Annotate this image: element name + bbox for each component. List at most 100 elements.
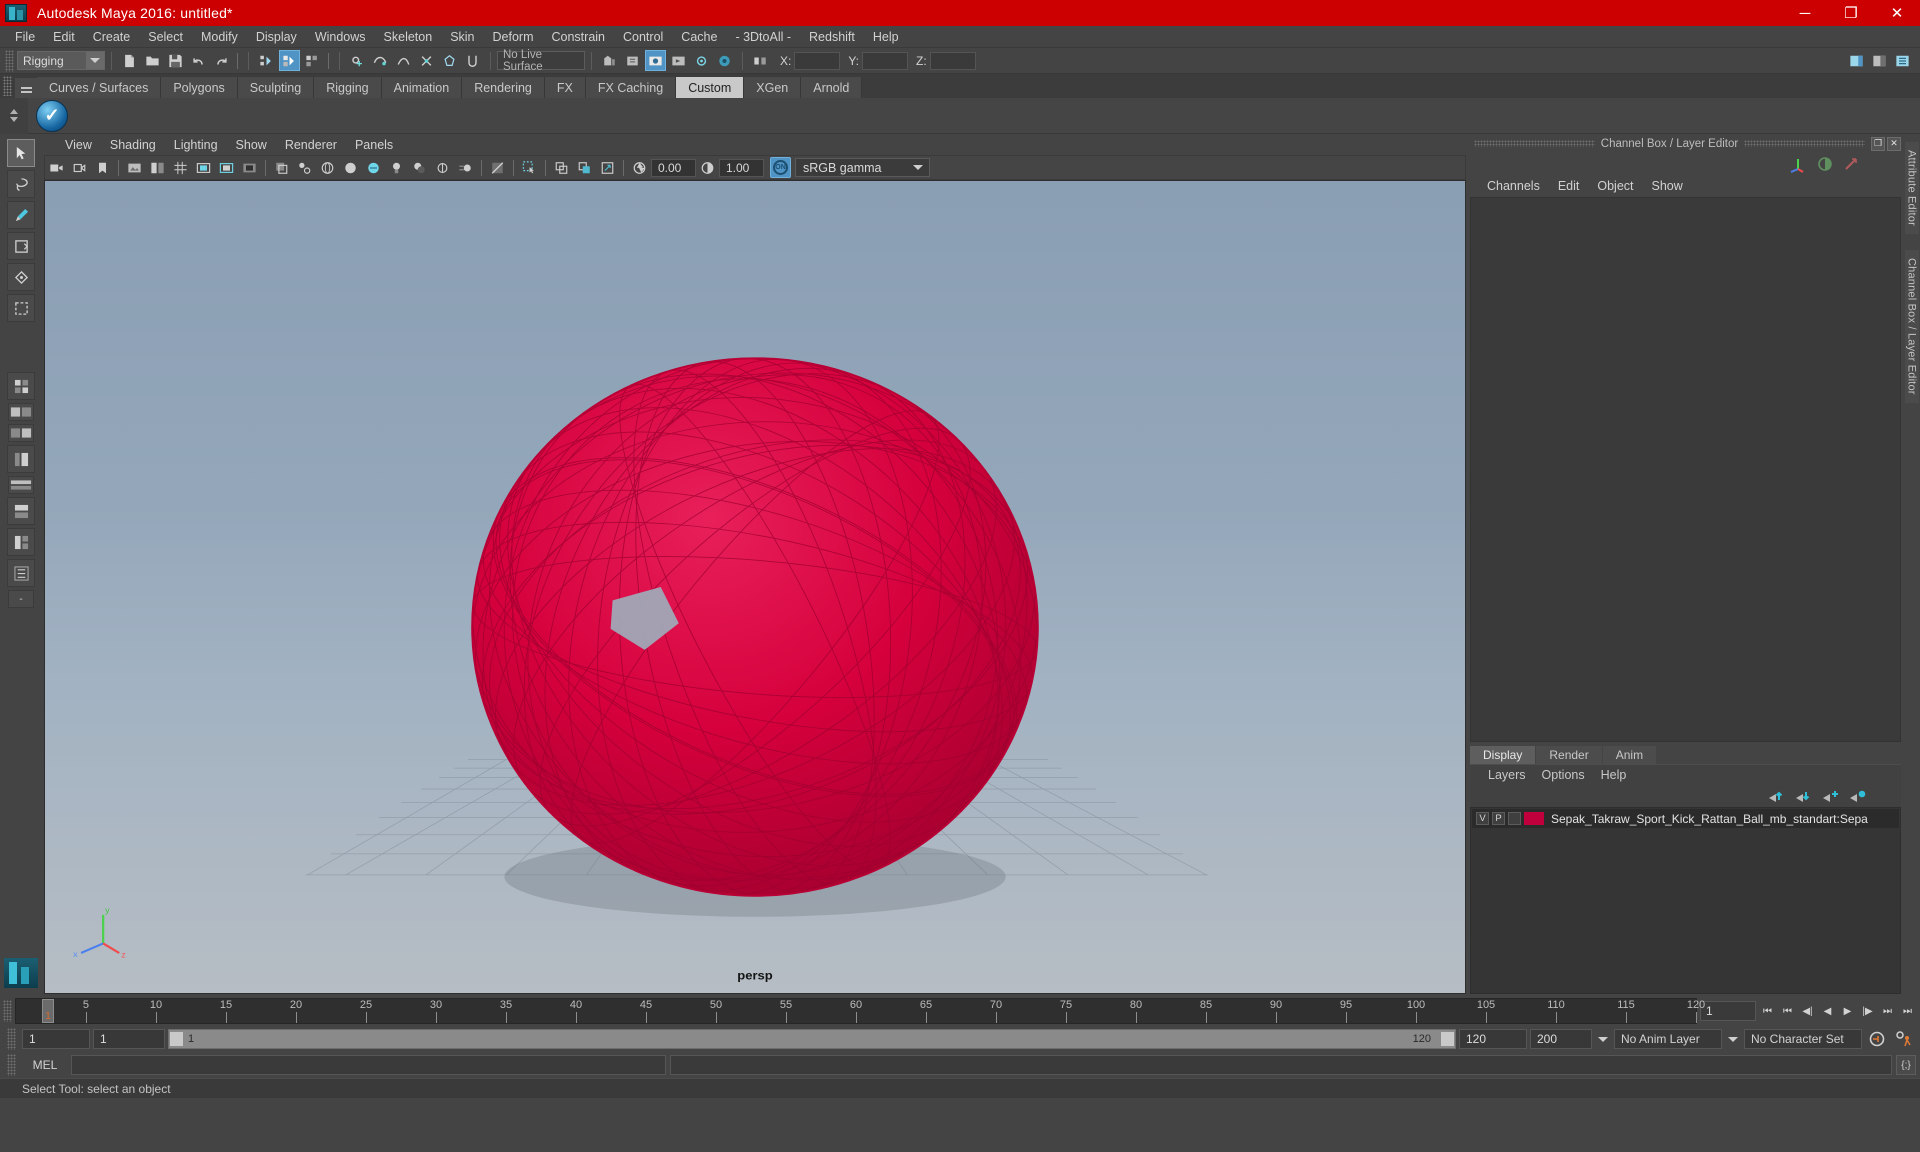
menu-set-selector[interactable]: Rigging xyxy=(17,51,105,70)
shadows-icon[interactable] xyxy=(409,157,430,178)
anim-layer-selector[interactable]: No Anim Layer xyxy=(1614,1029,1722,1049)
viewport-menu-renderer[interactable]: Renderer xyxy=(276,137,346,153)
layer-name[interactable]: Sepak_Takraw_Sport_Kick_Rattan_Ball_mb_s… xyxy=(1551,812,1868,826)
render-current-frame-icon[interactable] xyxy=(645,50,666,71)
menu-item-skeleton[interactable]: Skeleton xyxy=(375,28,442,46)
command-line-gripper[interactable] xyxy=(7,1054,16,1076)
new-layer-from-selected-icon[interactable] xyxy=(1849,789,1867,803)
smooth-shade-icon[interactable] xyxy=(340,157,361,178)
color-management-toggle[interactable]: ON xyxy=(770,157,791,178)
layer-menu-help[interactable]: Help xyxy=(1593,767,1635,783)
rotate-tool-button[interactable] xyxy=(7,263,35,291)
layer-color-swatch[interactable] xyxy=(1524,812,1544,825)
layer-menu-layers[interactable]: Layers xyxy=(1480,767,1534,783)
select-object-icon[interactable] xyxy=(279,50,300,71)
menu-item-windows[interactable]: Windows xyxy=(306,28,375,46)
lasso-select-tool-button[interactable] xyxy=(7,170,35,198)
grab-view-icon[interactable] xyxy=(597,157,618,178)
minimize-button[interactable]: ─ xyxy=(1782,0,1828,26)
vertical-tab-channel-box[interactable]: Channel Box / Layer Editor xyxy=(1904,249,1919,403)
menu-item-3dtoall[interactable]: - 3DtoAll - xyxy=(726,28,800,46)
select-tool-button[interactable] xyxy=(7,139,35,167)
menu-item-cache[interactable]: Cache xyxy=(672,28,726,46)
step-back-key-icon[interactable]: ⏮ xyxy=(1779,1001,1796,1021)
new-layer-icon[interactable] xyxy=(1822,789,1840,803)
render-view-icon[interactable] xyxy=(714,50,735,71)
range-start-field[interactable]: 1 xyxy=(93,1029,165,1049)
show-channel-box-icon[interactable] xyxy=(1892,50,1913,71)
channel-menu-object[interactable]: Object xyxy=(1588,178,1642,194)
chevron-down-icon[interactable] xyxy=(1595,1029,1611,1049)
command-language-label[interactable]: MEL xyxy=(23,1058,67,1072)
move-layer-up-icon[interactable] xyxy=(1768,789,1786,803)
motion-blur-icon[interactable] xyxy=(455,157,476,178)
viewport-menu-shading[interactable]: Shading xyxy=(101,137,165,153)
restore-panel-icon[interactable]: ❐ xyxy=(1871,136,1886,151)
layer-playback-toggle[interactable]: P xyxy=(1492,812,1505,825)
go-to-end-icon[interactable]: ⏭ xyxy=(1899,1001,1916,1021)
channel-menu-edit[interactable]: Edit xyxy=(1549,178,1589,194)
layer-tab-render[interactable]: Render xyxy=(1536,746,1602,764)
maximize-button[interactable]: ❐ xyxy=(1828,0,1874,26)
shelf-scroll-controls[interactable] xyxy=(0,97,28,134)
shelf-tab-custom[interactable]: Custom xyxy=(676,77,745,98)
blue-check-shelf-icon[interactable]: ✓ xyxy=(36,99,68,132)
wireframe-icon[interactable] xyxy=(317,157,338,178)
show-hide-sidebar-icon[interactable] xyxy=(1846,50,1867,71)
range-slider[interactable]: 1 120 xyxy=(168,1029,1456,1049)
layout-minus-button[interactable]: - xyxy=(8,590,34,608)
scale-tool-button[interactable] xyxy=(7,294,35,322)
menu-item-redshift[interactable]: Redshift xyxy=(800,28,864,46)
shelf-tab-animation[interactable]: Animation xyxy=(381,77,463,98)
layer-tab-display[interactable]: Display xyxy=(1470,746,1536,764)
shelf-gripper[interactable] xyxy=(3,76,12,96)
channel-menu-show[interactable]: Show xyxy=(1643,178,1692,194)
layout-row-2[interactable] xyxy=(8,424,34,442)
film-gate-icon[interactable] xyxy=(193,157,214,178)
ao-icon[interactable] xyxy=(432,157,453,178)
transform-fields-icon[interactable] xyxy=(750,50,771,71)
range-end-field[interactable]: 120 xyxy=(1459,1029,1527,1049)
layer-menu-options[interactable]: Options xyxy=(1534,767,1593,783)
chevron-down-icon-2[interactable] xyxy=(1725,1029,1741,1049)
vertical-tab-attribute-editor[interactable]: Attribute Editor xyxy=(1904,142,1919,234)
menu-item-constrain[interactable]: Constrain xyxy=(543,28,615,46)
menu-item-edit[interactable]: Edit xyxy=(44,28,84,46)
persp-hypershade-layout-button[interactable] xyxy=(7,528,35,556)
menu-item-deform[interactable]: Deform xyxy=(484,28,543,46)
play-forwards-icon[interactable]: ▶ xyxy=(1839,1001,1856,1021)
color-management-selector[interactable]: sRGB gamma xyxy=(795,158,930,177)
animation-preferences-icon[interactable] xyxy=(1892,1029,1916,1049)
select-camera-icon[interactable] xyxy=(46,157,67,178)
open-scene-icon[interactable] xyxy=(142,50,163,71)
new-scene-icon[interactable] xyxy=(119,50,140,71)
ipr-render-icon[interactable] xyxy=(668,50,689,71)
panel-drag-dots-right[interactable] xyxy=(1744,140,1866,147)
snap-curve-icon[interactable] xyxy=(370,50,391,71)
anim-end-field[interactable]: 200 xyxy=(1530,1029,1592,1049)
image-plane-icon[interactable] xyxy=(124,157,145,178)
close-panel-icon[interactable]: ✕ xyxy=(1887,136,1902,151)
xray-icon[interactable] xyxy=(271,157,292,178)
shaded-textured-icon[interactable] xyxy=(363,157,384,178)
chevron-down-icon[interactable] xyxy=(908,160,928,175)
show-attribute-editor-icon[interactable] xyxy=(1869,50,1890,71)
menu-item-modify[interactable]: Modify xyxy=(192,28,247,46)
two-pane-icon[interactable] xyxy=(147,157,168,178)
layer-list[interactable]: V P Sepak_Takraw_Sport_Kick_Rattan_Ball_… xyxy=(1470,807,1901,994)
snap-point-icon[interactable] xyxy=(393,50,414,71)
channel-menu-channels[interactable]: Channels xyxy=(1478,178,1549,194)
move-tool-button[interactable] xyxy=(7,232,35,260)
layout-row-1[interactable] xyxy=(8,403,34,421)
channel-box-content[interactable] xyxy=(1470,197,1901,742)
menu-item-display[interactable]: Display xyxy=(247,28,306,46)
z-axis-field[interactable] xyxy=(929,51,976,70)
show-manipulators-icon[interactable] xyxy=(1789,155,1807,173)
anim-start-field[interactable]: 1 xyxy=(22,1029,90,1049)
channel-box-toggle-icon[interactable] xyxy=(1817,156,1833,172)
xray-joints-icon[interactable] xyxy=(294,157,315,178)
history-toggle-icon[interactable] xyxy=(622,50,643,71)
menu-item-skin[interactable]: Skin xyxy=(441,28,483,46)
close-button[interactable]: ✕ xyxy=(1874,0,1920,26)
four-view-layout-button[interactable] xyxy=(7,372,35,400)
